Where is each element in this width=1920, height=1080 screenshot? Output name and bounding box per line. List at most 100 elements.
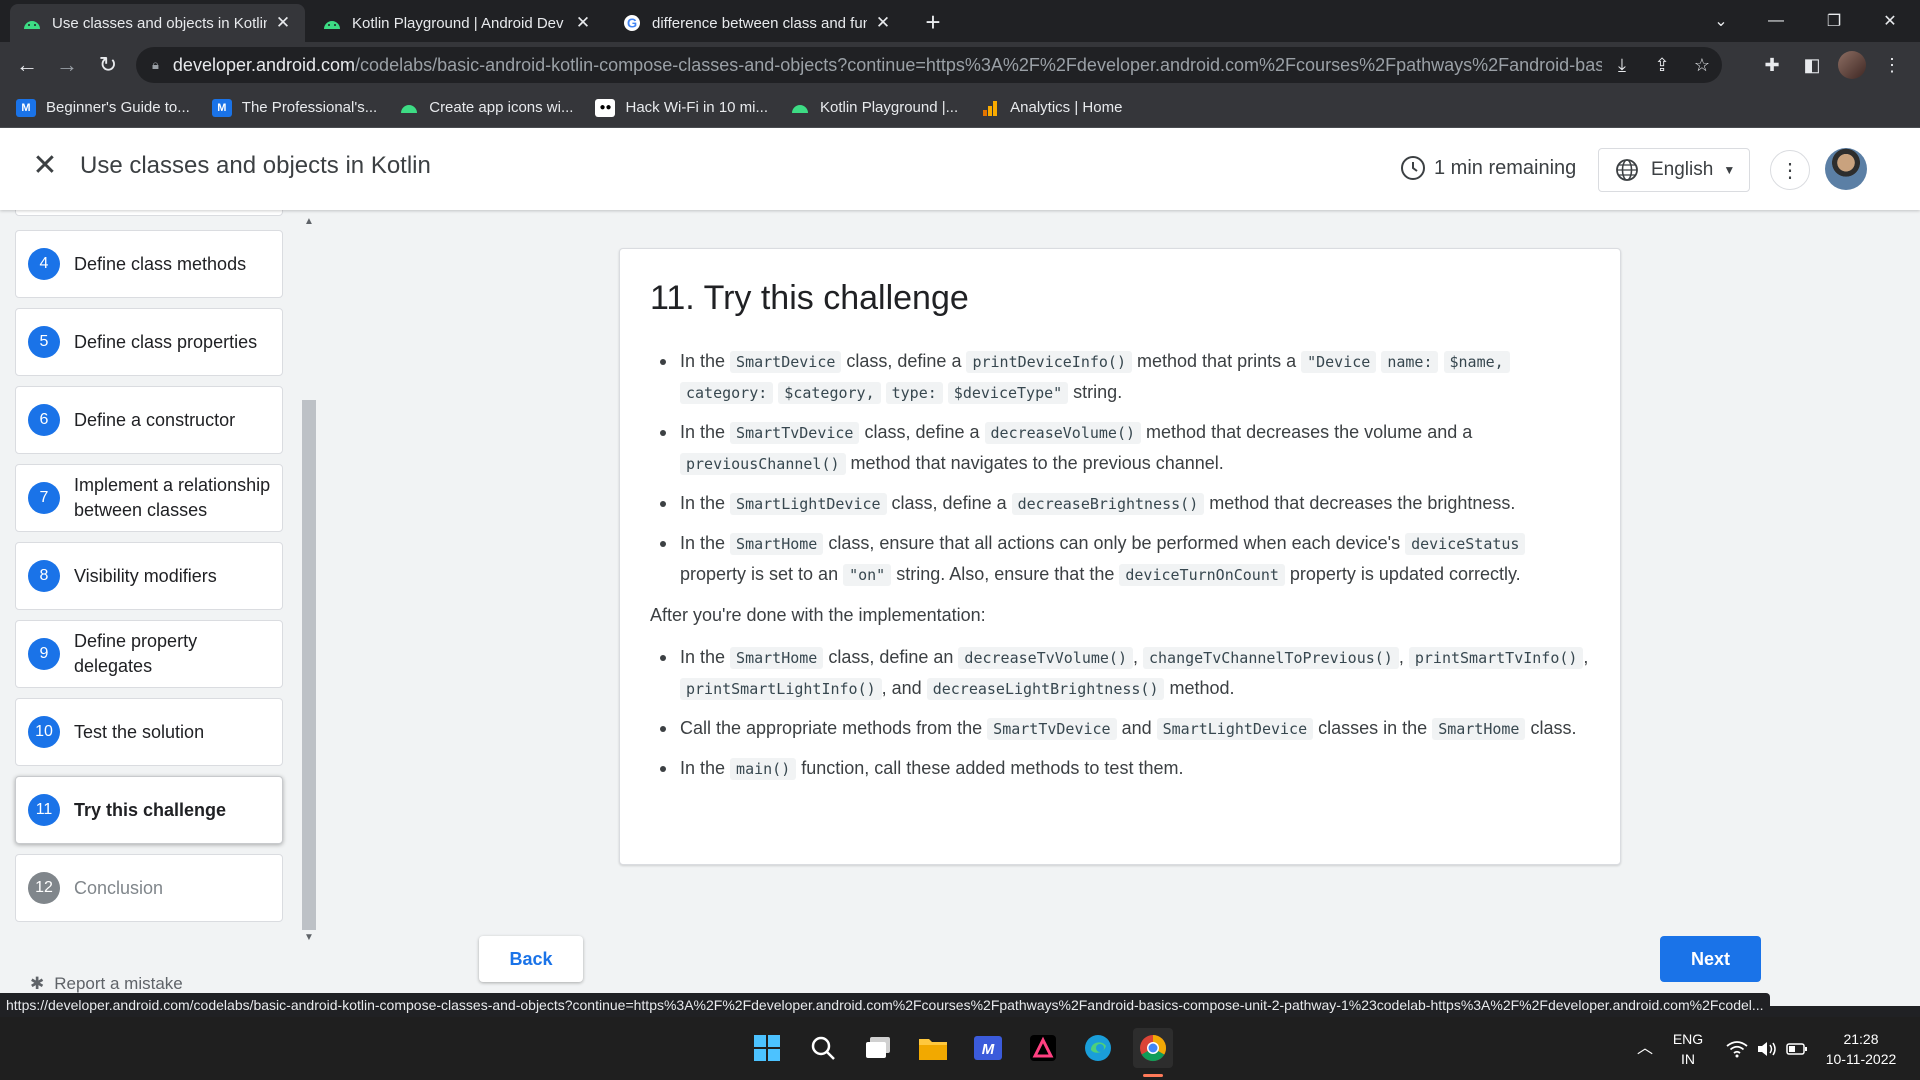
analytics-icon xyxy=(980,99,1000,117)
back-arrow-icon[interactable]: ← xyxy=(13,51,41,79)
step-sidebar: class 4 Define class methods 5 Define cl… xyxy=(0,172,310,1006)
list-item: Call the appropriate methods from the Sm… xyxy=(660,713,1590,744)
android-icon xyxy=(322,13,342,33)
restore-icon[interactable]: ❐ xyxy=(1806,0,1862,42)
tab-search-chevron-icon[interactable]: ⌄ xyxy=(1693,0,1749,42)
volume-icon[interactable] xyxy=(1752,1017,1782,1080)
task-view-icon[interactable] xyxy=(858,1028,898,1068)
sidebar-step-label: Define class methods xyxy=(74,253,247,274)
side-panel-icon[interactable]: ◧ xyxy=(1796,50,1828,80)
bookmark-hack-wifi[interactable]: ●● Hack Wi-Fi in 10 mi... xyxy=(595,98,768,117)
tab-google-search[interactable]: G difference between class and fun ✕ xyxy=(610,4,905,42)
search-icon[interactable] xyxy=(803,1028,843,1068)
back-button[interactable]: Back xyxy=(479,936,583,982)
url-host: developer.android.com xyxy=(172,54,356,75)
more-options-icon[interactable]: ⋮ xyxy=(1770,150,1810,190)
install-app-icon[interactable]: ⤓ xyxy=(1602,55,1642,76)
tab-strip: Use classes and objects in Kotlin ✕ Kotl… xyxy=(0,0,1920,42)
close-tab-icon[interactable]: ✕ xyxy=(873,13,893,33)
profile-avatar[interactable] xyxy=(1836,50,1868,80)
sidebar-step-label: Try this challenge xyxy=(74,799,227,820)
language-indicator[interactable]: ENG IN xyxy=(1668,1017,1708,1080)
sidebar-step-7[interactable]: 7 Implement a relationship between class… xyxy=(15,464,283,532)
link-status-bubble: https://developer.android.com/codelabs/b… xyxy=(0,993,1770,1017)
bookmark-label: Create app icons wi... xyxy=(429,99,574,116)
window-close-icon[interactable]: ✕ xyxy=(1862,0,1918,42)
clock-time: 21:28 xyxy=(1843,1030,1879,1047)
step-content-card: 11. Try this challenge In the SmartDevic… xyxy=(619,248,1621,865)
forward-arrow-icon[interactable]: → xyxy=(53,51,81,79)
wifi-icon[interactable] xyxy=(1722,1017,1752,1080)
lang-bottom: IN xyxy=(1681,1050,1695,1067)
time-remaining-label: 1 min remaining xyxy=(1434,156,1577,179)
sidebar-step-label: Define class properties xyxy=(74,331,258,352)
sidebar-step-4[interactable]: 4 Define class methods xyxy=(15,230,283,298)
sidebar-step-11[interactable]: 11 Try this challenge xyxy=(15,776,283,844)
browser-toolbar: ← → ↻ 🔒︎ developer.android.com /codelabs… xyxy=(0,42,1920,88)
file-explorer-icon[interactable] xyxy=(913,1028,953,1068)
sidebar-step-12[interactable]: 12 Conclusion xyxy=(15,854,283,922)
battery-icon[interactable] xyxy=(1782,1017,1812,1080)
step-heading: 11. Try this challenge xyxy=(650,279,969,317)
extensions-icon[interactable]: ✚ xyxy=(1756,50,1788,80)
sidebar-step-5[interactable]: 5 Define class properties xyxy=(15,308,283,376)
language-select[interactable]: English ▼ xyxy=(1598,148,1750,192)
scroll-down-arrow-icon[interactable]: ▼ xyxy=(302,932,316,943)
tab-title: Kotlin Playground | Android Dev xyxy=(352,14,564,32)
bookmark-analytics[interactable]: Analytics | Home xyxy=(980,99,1122,117)
lock-icon[interactable]: 🔒︎ xyxy=(152,57,159,73)
edge-icon[interactable] xyxy=(1078,1028,1118,1068)
list-item: In the SmartDevice class, define a print… xyxy=(660,346,1590,408)
bookmark-star-icon[interactable]: ☆ xyxy=(1682,55,1722,76)
after-implementation-text: After you're done with the implementatio… xyxy=(650,605,986,625)
address-bar[interactable]: 🔒︎ developer.android.com /codelabs/basic… xyxy=(136,47,1722,83)
scroll-up-arrow-icon[interactable]: ▲ xyxy=(302,216,316,227)
bookmark-label: The Professional's... xyxy=(241,99,378,116)
tray-chevron-icon[interactable]: ︿ xyxy=(1630,1017,1660,1080)
report-mistake-link[interactable]: ✱ Report a mistake xyxy=(30,974,183,994)
close-tab-icon[interactable]: ✕ xyxy=(273,13,293,33)
share-icon[interactable]: ⇪ xyxy=(1642,55,1682,76)
bookmark-create-app-icons[interactable]: Create app icons wi... xyxy=(399,99,573,117)
sidebar-step-10[interactable]: 10 Test the solution xyxy=(15,698,283,766)
step-number: 8 xyxy=(28,560,60,592)
google-icon: G xyxy=(622,13,642,33)
close-tab-icon[interactable]: ✕ xyxy=(573,13,593,33)
bookmark-professionals[interactable]: M The Professional's... xyxy=(211,98,378,117)
new-tab-button[interactable]: + xyxy=(918,8,948,38)
clock[interactable]: 21:28 10-11-2022 xyxy=(1818,1017,1904,1080)
app-a-icon[interactable] xyxy=(1023,1028,1063,1068)
chrome-icon[interactable] xyxy=(1133,1028,1173,1068)
tab-kotlin-playground[interactable]: Kotlin Playground | Android Dev ✕ xyxy=(310,4,605,42)
report-label: Report a mistake xyxy=(54,974,183,993)
clock-date: 10-11-2022 xyxy=(1825,1050,1897,1067)
challenge-list: In the SmartDevice class, define a print… xyxy=(650,346,1590,590)
tab-use-classes[interactable]: Use classes and objects in Kotlin ✕ xyxy=(10,4,305,42)
implementation-list: In the SmartHome class, define an decrea… xyxy=(650,642,1590,784)
sidebar-step-8[interactable]: 8 Visibility modifiers xyxy=(15,542,283,610)
close-icon[interactable]: ✕ xyxy=(30,151,60,182)
avatar[interactable] xyxy=(1825,148,1867,190)
list-item: In the SmartHome class, define an decrea… xyxy=(660,642,1590,704)
android-icon xyxy=(22,13,42,33)
reload-icon[interactable]: ↻ xyxy=(94,51,122,79)
url-path: /codelabs/basic-android-kotlin-compose-c… xyxy=(355,54,1602,75)
sidebar-step-label: Conclusion xyxy=(74,877,164,898)
page-title: Use classes and objects in Kotlin xyxy=(80,152,431,179)
clock-icon xyxy=(1401,156,1425,180)
next-button[interactable]: Next xyxy=(1660,936,1761,982)
windows-start-icon[interactable] xyxy=(747,1028,787,1068)
sidebar-step-9[interactable]: 9 Define property delegates xyxy=(15,620,283,688)
minimize-icon[interactable]: — xyxy=(1748,0,1804,42)
bookmark-kotlin-playground[interactable]: Kotlin Playground |... xyxy=(790,99,958,117)
language-value: English xyxy=(1651,159,1714,180)
visual-studio-icon[interactable]: M xyxy=(968,1028,1008,1068)
chrome-menu-icon[interactable]: ⋮ xyxy=(1876,50,1908,80)
sidebar-scroll-thumb[interactable] xyxy=(302,400,316,930)
list-item: In the SmartLightDevice class, define a … xyxy=(660,488,1590,519)
bookmark-label: Kotlin Playground |... xyxy=(820,99,959,116)
codelab-header: ✕ Use classes and objects in Kotlin 1 mi… xyxy=(0,128,1920,210)
bookmark-beginners-guide[interactable]: M Beginner's Guide to... xyxy=(16,98,190,117)
globe-icon xyxy=(1616,159,1638,181)
sidebar-step-6[interactable]: 6 Define a constructor xyxy=(15,386,283,454)
